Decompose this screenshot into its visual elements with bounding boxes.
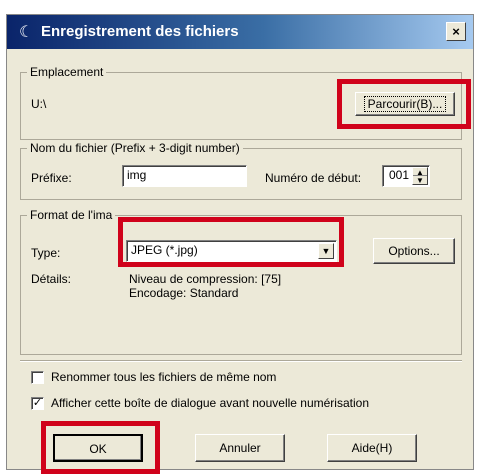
rename-checkbox[interactable] <box>31 371 44 384</box>
rename-label: Renommer tous les fichiers de même nom <box>51 370 277 384</box>
spin-down-icon[interactable]: ▼ <box>413 176 427 185</box>
type-select-value: JPEG (*.jpg) <box>131 243 198 257</box>
type-select[interactable]: JPEG (*.jpg) ▼ <box>126 240 337 262</box>
checkmark-icon: ✓ <box>32 397 43 409</box>
filename-group: Nom du fichier (Prefix + 3-digit number)… <box>20 141 462 200</box>
show-dialog-label: Afficher cette boîte de dialogue avant n… <box>51 396 369 410</box>
show-dialog-checkbox[interactable]: ✓ <box>31 397 44 410</box>
cancel-button[interactable]: Annuler <box>195 434 285 462</box>
type-label: Type: <box>31 246 61 260</box>
location-path: U:\ <box>31 97 47 111</box>
format-legend: Format de l'ima <box>27 208 116 222</box>
save-files-dialog: ☾ Enregistrement des fichiers × Emplacem… <box>6 14 474 470</box>
options-button[interactable]: Options... <box>373 238 455 264</box>
window-title: Enregistrement des fichiers <box>41 23 239 40</box>
details-encoding: Encodage: Standard <box>129 286 239 300</box>
divider <box>20 360 462 362</box>
location-group: Emplacement U:\ Parcourir(B)... <box>20 65 462 140</box>
close-button[interactable]: × <box>446 22 466 41</box>
prefix-label: Préfixe: <box>31 171 72 185</box>
scanner-icon: ☾ <box>19 24 34 41</box>
help-button[interactable]: Aide(H) <box>327 434 417 462</box>
prefix-input[interactable]: img <box>122 165 247 187</box>
chevron-down-icon[interactable]: ▼ <box>318 243 334 259</box>
browse-button[interactable]: Parcourir(B)... <box>355 92 455 116</box>
start-number-label: Numéro de début: <box>265 171 362 185</box>
filename-legend: Nom du fichier (Prefix + 3-digit number) <box>27 141 243 155</box>
format-group: Format de l'ima Type: JPEG (*.jpg) ▼ Opt… <box>20 208 462 355</box>
ok-button[interactable]: OK <box>53 434 143 462</box>
close-icon: × <box>452 24 460 39</box>
details-compression: Niveau de compression: [75] <box>129 272 282 286</box>
browse-button-label: Parcourir(B)... <box>363 96 447 112</box>
start-number-spinner[interactable]: ▲ ▼ <box>412 167 428 185</box>
spin-up-icon[interactable]: ▲ <box>413 168 427 177</box>
title-bar[interactable]: ☾ Enregistrement des fichiers × <box>7 15 473 49</box>
location-legend: Emplacement <box>27 65 107 79</box>
details-label: Détails: <box>31 272 72 286</box>
